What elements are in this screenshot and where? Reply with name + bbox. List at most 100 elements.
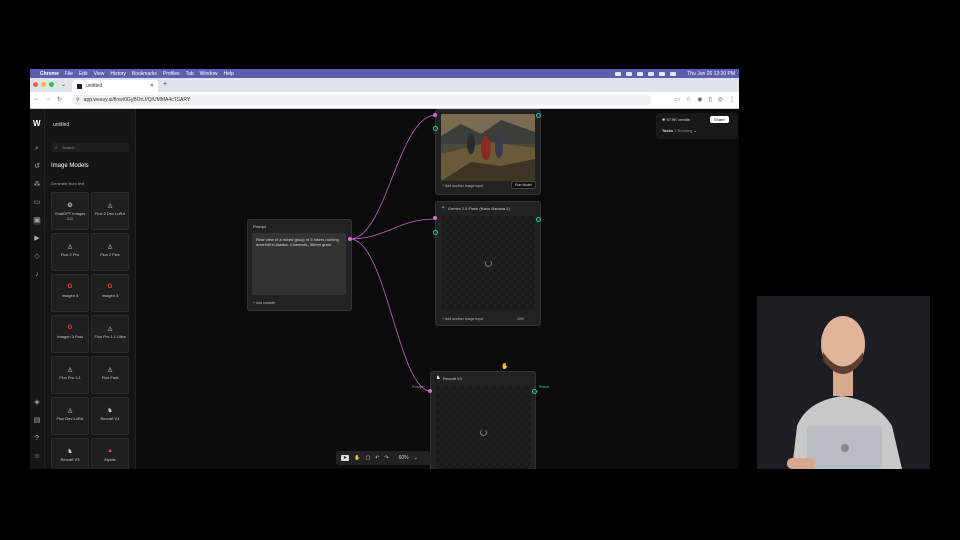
output-port[interactable] xyxy=(536,217,541,222)
model-card[interactable]: ♞ Recraft V3 xyxy=(51,438,89,469)
menu-file[interactable]: File xyxy=(65,71,73,77)
output-port[interactable] xyxy=(532,389,537,394)
search-icon[interactable]: ⌕ xyxy=(33,145,41,153)
model-card[interactable]: G Imagen 3 xyxy=(91,274,129,312)
zoom-window-button[interactable] xyxy=(49,82,54,87)
model-card[interactable]: ◬ Flux Fast xyxy=(91,356,129,394)
tab-search-icon[interactable]: ⌄ xyxy=(61,81,66,88)
discord-icon[interactable]: ☺ xyxy=(33,453,41,461)
gemini-preview[interactable] xyxy=(441,216,535,309)
menubar-clock[interactable]: Thu Jun 26 12:20 PM xyxy=(687,71,735,77)
back-icon[interactable]: ← xyxy=(33,96,39,103)
recraft-preview[interactable] xyxy=(436,386,530,469)
model-card[interactable]: ◬ Flux Dev LoRA xyxy=(51,397,89,435)
new-tab-button[interactable]: + xyxy=(163,81,167,88)
input-port[interactable] xyxy=(433,126,438,131)
model-card[interactable]: ♞ Recraft V4 xyxy=(91,397,129,435)
prompt-output-port[interactable] xyxy=(348,237,352,241)
frame-tool-icon[interactable]: ▢ xyxy=(365,455,370,461)
model-card[interactable]: ◬ Flux 2 Dev LoRA xyxy=(91,192,129,230)
flow-canvas[interactable]: + Add another image input Run Model Prom… xyxy=(136,109,739,469)
output-port[interactable] xyxy=(536,113,541,118)
menu-history[interactable]: History xyxy=(110,71,126,77)
tasks-dropdown[interactable]: Tasks 1 Running ⌄ xyxy=(662,128,697,133)
reload-icon[interactable]: ↻ xyxy=(57,96,62,103)
close-tab-icon[interactable]: ✕ xyxy=(150,83,154,89)
menu-view[interactable]: View xyxy=(94,71,105,77)
kebab-menu-icon[interactable]: ⋮ xyxy=(729,96,735,103)
menu-edit[interactable]: Edit xyxy=(79,71,88,77)
models-search-input[interactable]: ⌕ Search xyxy=(52,143,129,152)
model-card[interactable]: ◬ Flux 2 Flex xyxy=(91,233,129,271)
status-icon[interactable] xyxy=(637,71,644,76)
menu-help[interactable]: Help xyxy=(223,71,233,77)
tag-icon[interactable]: ◈ xyxy=(33,399,41,407)
profile-icon[interactable]: ◎ xyxy=(718,96,723,103)
menu-bookmarks[interactable]: Bookmarks xyxy=(132,71,157,77)
input-port[interactable] xyxy=(433,230,438,235)
input-port[interactable] xyxy=(433,216,437,220)
status-icon[interactable] xyxy=(648,71,655,76)
run-model-button[interactable]: Run Model xyxy=(511,181,536,189)
bookmark-star-icon[interactable]: ☆ xyxy=(686,96,691,103)
nodes-icon[interactable]: ⁂ xyxy=(33,181,41,189)
panel-heading: Image Models xyxy=(51,163,89,169)
3d-icon[interactable]: ◇ xyxy=(33,253,41,261)
progress-label: 10% xyxy=(516,317,524,321)
status-icon[interactable] xyxy=(626,71,633,76)
menu-window[interactable]: Window xyxy=(200,71,218,77)
battery-icon[interactable] xyxy=(670,71,677,76)
prompt-textarea[interactable]: Rear view of a mixed group of 3 hikers r… xyxy=(252,233,346,295)
project-title[interactable]: untitled xyxy=(53,122,69,128)
prompt-node[interactable]: Prompt Rear view of a mixed group of 3 h… xyxy=(247,219,352,311)
model-card[interactable]: G Imagen 3 Fast xyxy=(51,315,89,353)
select-tool-icon[interactable]: ➤ xyxy=(341,455,350,461)
help-icon[interactable]: ? xyxy=(33,435,41,443)
recraft-node[interactable]: ♞ Recraft V4 xyxy=(430,371,536,469)
gemini-node[interactable]: Gemini 2.5 Flash (Nano Banana 2) ✦ + Add… xyxy=(435,201,541,326)
toolbox-icon[interactable]: ▭ xyxy=(33,199,41,207)
history-icon[interactable]: ↺ xyxy=(33,163,41,171)
extension-icon[interactable]: ◉ xyxy=(697,96,702,103)
weavy-logo-icon[interactable]: W xyxy=(33,119,41,128)
model-card[interactable]: ◬ Flux 2 Pro xyxy=(51,233,89,271)
model-card[interactable]: ◬ Flux Pro 1.1 Ultra xyxy=(91,315,129,353)
flux-icon: ◬ xyxy=(67,244,73,250)
image-models-icon[interactable]: ▣ xyxy=(33,217,41,225)
search-icon: ⌕ xyxy=(55,144,58,151)
menu-app[interactable]: Chrome xyxy=(40,71,59,77)
model-card[interactable]: G Imagen 4 xyxy=(51,274,89,312)
input-port[interactable] xyxy=(428,389,432,393)
menu-tab[interactable]: Tab xyxy=(186,71,194,77)
chevron-down-icon[interactable]: ⌄ xyxy=(414,455,418,461)
browser-tab[interactable]: untitled ✕ xyxy=(72,80,158,92)
menu-profiles[interactable]: Profiles xyxy=(163,71,180,77)
cast-icon[interactable]: ▭ xyxy=(674,96,680,103)
zoom-level[interactable]: 60% xyxy=(399,455,409,461)
url-field[interactable]: ⚲ app.weavy.ai/flow/0GyBOrLf/Q/UMMA4cTSA… xyxy=(72,95,652,105)
status-icon[interactable] xyxy=(615,71,622,76)
model-card[interactable]: ◬ Flux Pro 1.1 xyxy=(51,356,89,394)
undo-icon[interactable]: ↶ xyxy=(375,455,379,461)
close-window-button[interactable] xyxy=(33,82,38,87)
add-image-input-button[interactable]: + Add another image input xyxy=(442,317,483,321)
redo-icon[interactable]: ↷ xyxy=(384,455,388,461)
docs-icon[interactable]: ▤ xyxy=(33,417,41,425)
forward-icon[interactable]: → xyxy=(45,96,51,103)
sidepanel-icon[interactable]: ▯ xyxy=(708,96,711,103)
pan-tool-icon[interactable]: ✋ xyxy=(354,455,360,461)
site-info-icon[interactable]: ⚲ xyxy=(76,97,80,103)
audio-icon[interactable]: ♪ xyxy=(33,271,41,279)
share-button[interactable]: Share xyxy=(710,116,729,123)
image-result-node[interactable]: + Add another image input Run Model xyxy=(435,109,541,195)
add-image-input-button[interactable]: + Add another image input xyxy=(442,184,483,188)
video-icon[interactable]: ▶ xyxy=(33,235,41,243)
minimize-window-button[interactable] xyxy=(41,82,46,87)
wifi-icon[interactable] xyxy=(659,71,666,76)
add-variable-button[interactable]: + Add variable xyxy=(253,301,275,305)
generated-image[interactable] xyxy=(441,114,535,181)
model-card[interactable]: ❂ ChatGPT Images 2.0 xyxy=(51,192,89,230)
model-card[interactable]: ▲ Mystic xyxy=(91,438,129,469)
hand-cursor-icon: ✋ xyxy=(501,364,509,370)
input-port[interactable] xyxy=(433,113,437,117)
